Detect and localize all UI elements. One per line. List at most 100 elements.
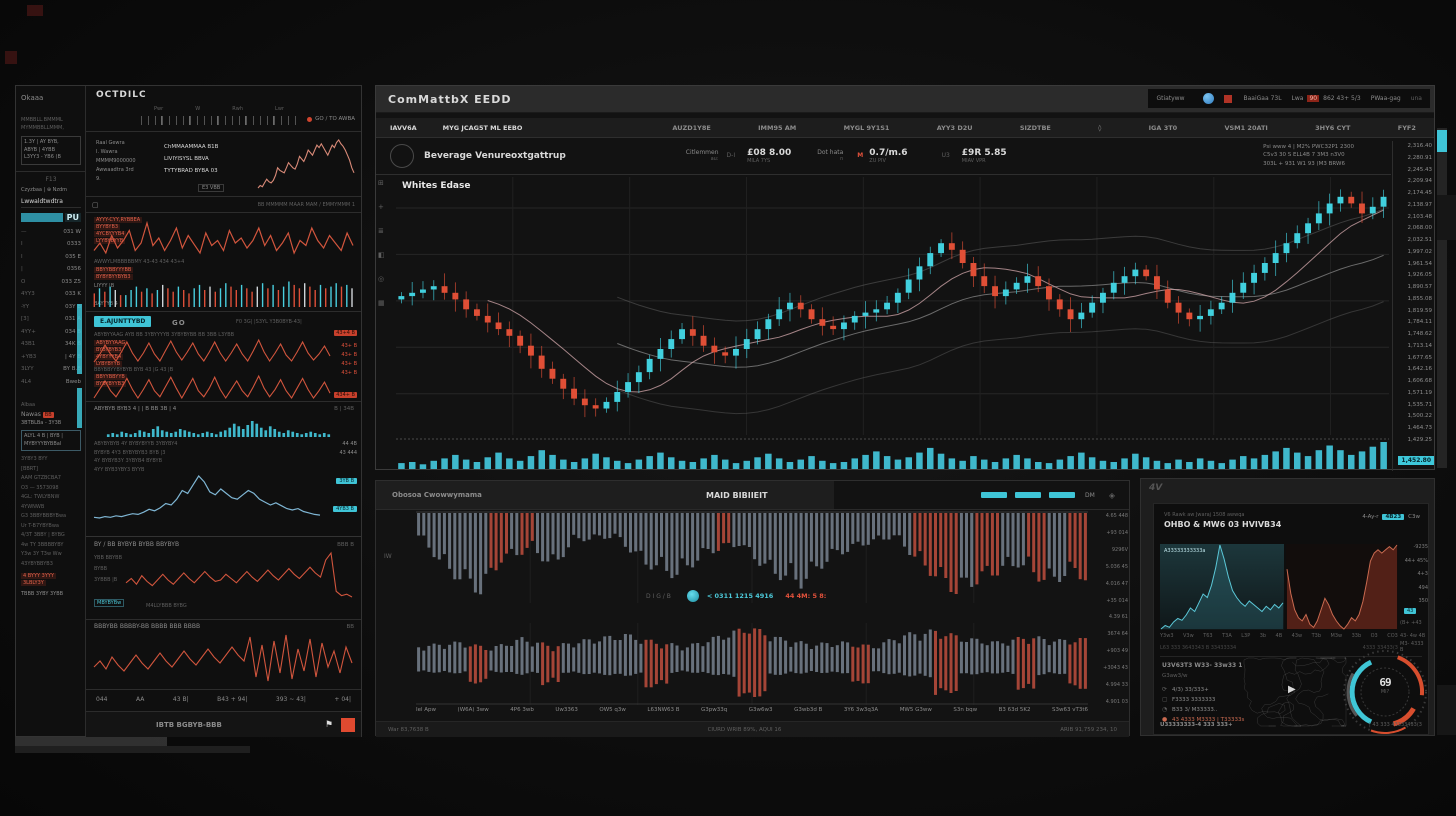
left-axis-label: IW <box>384 553 392 560</box>
menubar-item[interactable]: SIZDTBE <box>1020 124 1051 132</box>
stat-pre: D-I <box>727 152 736 159</box>
footer-num: AA <box>136 696 144 703</box>
candlestick-chart[interactable] <box>396 177 1389 435</box>
notification-icon[interactable] <box>1203 93 1214 104</box>
legend-pill[interactable] <box>1049 492 1075 498</box>
price-tick: 2,245.43 <box>1393 167 1432 173</box>
record-button[interactable] <box>341 718 355 732</box>
momentum-line-chart <box>124 551 354 599</box>
watchlist-row[interactable]: I 0333 <box>21 238 81 251</box>
shield-icon[interactable]: ◈ <box>1109 491 1115 500</box>
menubar-item[interactable]: FYF2 <box>1398 124 1416 132</box>
timeframe-button[interactable]: 4B23 <box>1382 514 1404 520</box>
tool-icon[interactable]: + <box>378 203 385 211</box>
rail-box2[interactable]: ALYL 4 B | BYB |MYBYYYBYBBal <box>21 430 81 451</box>
watchlist-row[interactable]: 4L4 Bweb <box>21 376 81 389</box>
rail-box-line: ABYB | 4YBB <box>24 147 78 155</box>
topbar-item[interactable]: Lwa <box>1292 95 1304 102</box>
menubar-item[interactable]: IMM95 AM <box>758 124 796 132</box>
flag-icon[interactable]: ⚑ <box>325 720 333 730</box>
rail-sec3-line: AAM GTZBCBA7 <box>21 474 81 484</box>
tool-icon[interactable]: ◧ <box>378 251 385 259</box>
menubar-item[interactable]: VSM1 20ATI <box>1224 124 1267 132</box>
checkbox-icon[interactable]: ▢ <box>92 201 99 209</box>
go-button[interactable]: GO <box>172 319 186 327</box>
symbol-stat: U3 £9R 5.85 MIAV VPR <box>934 148 1007 164</box>
x-tick: Iel Apw <box>416 707 436 713</box>
summary-badge[interactable]: E3 VBB <box>198 184 224 192</box>
rail-source[interactable]: Czyzbaa | ⊕ Nzdm <box>21 187 81 193</box>
rail-red-row[interactable]: 4 BYYY 3YYY <box>21 573 56 579</box>
symbol-stat: Dot hata n M 0.7/m.6 ZU PIV <box>817 148 907 164</box>
rail-tab[interactable]: F13 <box>21 176 81 183</box>
macd-left-title: Obosoa Cwowwymama <box>392 491 482 499</box>
menubar-item[interactable]: IAVV6A <box>390 124 417 132</box>
momentum-badge[interactable]: MBYBYBw <box>94 599 124 607</box>
watchlist-row[interactable]: -YY 03Y B <box>21 301 81 314</box>
x-tick: O3 <box>1371 633 1378 639</box>
signal-badge[interactable]: LYYBYBYYB <box>94 238 125 244</box>
signal-badge[interactable]: BBYYBBYYYBB <box>94 267 133 273</box>
watchlist-row[interactable]: 4YY+ 034 B <box>21 326 81 339</box>
signal-badge[interactable]: BYYBYB3 <box>94 224 120 230</box>
oscillator-value: 43+ B <box>341 342 357 351</box>
momentum-label: YBB BBYBB <box>94 553 122 564</box>
topbar-item[interactable]: una <box>1411 95 1422 102</box>
signal-badge[interactable]: BYBYBYYBYB3 <box>94 274 133 280</box>
watchlist-row[interactable]: O 033 Z5 <box>21 276 81 289</box>
tool-icon[interactable]: ◎ <box>378 275 385 283</box>
tool-icon[interactable]: ⊞ <box>378 179 385 187</box>
deco-square <box>27 5 43 16</box>
menubar-item[interactable]: IGA 3T0 <box>1149 124 1178 132</box>
chart-area[interactable]: ⊞+≣◧◎▦ Whites Edase <box>376 174 1391 472</box>
menubar-item[interactable]: AYY3 D2U <box>937 124 973 132</box>
axis-tick: 4.65 448 <box>1090 513 1128 519</box>
scrollbar-thumb[interactable] <box>1437 130 1447 152</box>
watchlist-row[interactable]: 4YY3 033 K <box>21 288 81 301</box>
topbar-item[interactable]: 862 43+ 5/3 <box>1323 95 1361 102</box>
watchlist-row[interactable]: 3LYY BY B.B <box>21 363 81 376</box>
depth-badge2[interactable]: 4YB3 B <box>333 506 357 512</box>
menubar-item[interactable]: 3HY6 CYT <box>1315 124 1350 132</box>
watchlist-value: 031 W <box>63 226 81 239</box>
signal-badge[interactable]: AYYY-CYY,RYBBEA <box>94 217 142 223</box>
depth-row: BYBYB 4Y3 BYBYBYB3 BYB |3 <box>94 449 324 458</box>
rail-sec3-line: O3 — 3573098 <box>21 484 81 494</box>
ctrl-after[interactable]: C3w <box>1408 514 1420 520</box>
primary-action-button[interactable]: E.AJUNTTYBD <box>94 316 151 327</box>
menubar-item[interactable]: ◊ <box>1098 124 1101 132</box>
insight-axis-r1: 43- 4w 4B <box>1400 633 1425 639</box>
watchlist-row[interactable]: 43B1 34K B <box>21 338 81 351</box>
watchlist-row[interactable]: [3] 031 A <box>21 313 81 326</box>
watchlist-key: | <box>21 263 23 276</box>
play-button[interactable]: ▶ <box>1288 684 1296 695</box>
watchlist-row[interactable]: I 035 E <box>21 251 81 264</box>
legend-pill[interactable] <box>981 492 1007 498</box>
signal-badge[interactable]: 4YCBYYYB4 <box>94 231 126 237</box>
watchlist-highlight-row[interactable]: PU <box>21 212 81 224</box>
watchlist-row[interactable]: | 0356 <box>21 263 81 276</box>
tool-icon[interactable]: ▦ <box>378 299 385 307</box>
rail-red-row[interactable]: 3LBLY3Y <box>21 580 46 586</box>
price-tick: 1,784.11 <box>1393 319 1432 325</box>
legend-pill[interactable] <box>1015 492 1041 498</box>
topbar-right: Gtiatyww BaaiGaa 73L Lwa 90 862 43+ 5/3 … <box>1148 89 1430 108</box>
menubar-item[interactable]: AUZD1Y8E <box>672 124 710 132</box>
sidebar: Okaaa MMBBLL.BMMMLMYMMBBLLMMM, 1.3Y | AY… <box>15 85 362 737</box>
axis-tick: +903 49 <box>1090 648 1128 654</box>
alert-icon[interactable] <box>1224 95 1232 103</box>
stat-value: £08 8.00 <box>747 148 791 158</box>
watchlist-row[interactable]: +YB3 | 4Y B <box>21 351 81 364</box>
menubar-item[interactable]: MYGL 9Y1S1 <box>844 124 890 132</box>
menubar-item[interactable]: MYG JCAG5T ML EEBO <box>443 124 523 132</box>
depth-value: 43 444 <box>340 449 358 458</box>
insight-x-axis: Y3w3V3wT63T3AL3P3b4B43wT3bM3w33bO3CO3 <box>1160 633 1398 639</box>
app-title: ComMattbX EEDD <box>388 93 511 106</box>
watchlist-row[interactable]: — 031 W <box>21 226 81 239</box>
x-tick: T3b <box>1312 633 1321 639</box>
tool-icon[interactable]: ≣ <box>378 227 385 235</box>
topbar-item[interactable]: PWaa-gag <box>1371 95 1401 102</box>
main-scrollbar[interactable] <box>1437 128 1447 468</box>
depth-badge[interactable]: 3YB B <box>336 478 357 484</box>
topbar-item[interactable]: BaaiGaa 73L <box>1244 95 1282 102</box>
